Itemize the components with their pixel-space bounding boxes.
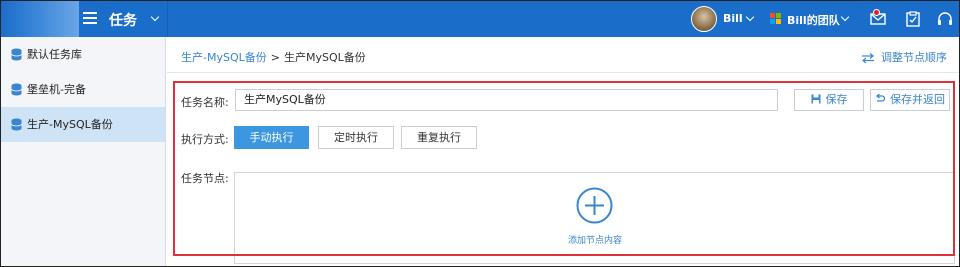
avatar[interactable] [691, 6, 717, 32]
chevron-down-icon[interactable] [745, 12, 755, 22]
user-name[interactable]: Bill [723, 12, 743, 25]
sidebar-item-label: 默认任务库 [27, 48, 82, 61]
team-name[interactable]: Bill的团队 [787, 12, 840, 28]
database-icon [11, 48, 22, 61]
chevron-down-icon[interactable] [150, 12, 160, 22]
headset-icon[interactable] [937, 11, 953, 27]
notification-badge [873, 9, 880, 16]
sidebar-item-bastion[interactable]: 堡垒机-完备 [1, 72, 165, 107]
chevron-down-icon[interactable] [840, 12, 850, 22]
sidebar-item-label: 堡垒机-完备 [27, 83, 86, 96]
divider [167, 1, 168, 37]
database-icon [11, 118, 22, 131]
breadcrumb-parent-link[interactable]: 生产-MySQL备份 [181, 51, 267, 64]
adjust-order-label: 调整节点顺序 [881, 51, 947, 64]
team-grid-icon [770, 13, 782, 25]
sidebar-item-label: 生产-MySQL备份 [27, 118, 113, 131]
swap-arrows-icon [862, 53, 874, 63]
app-title[interactable]: 任务 [109, 10, 137, 30]
breadcrumb-separator: > [270, 51, 280, 64]
menu-icon[interactable] [83, 12, 97, 24]
database-icon [11, 83, 22, 96]
highlight-box [173, 81, 955, 256]
breadcrumb-current: 生产MySQL备份 [283, 51, 366, 64]
app-window: 任务 Bill Bill的团队 默认任务库 堡垒机-完备 生产-MySQL备份 … [0, 0, 960, 267]
breadcrumb: 生产-MySQL备份 > 生产MySQL备份 [181, 49, 366, 65]
adjust-order-link[interactable]: 调整节点顺序 [861, 49, 947, 65]
divider [167, 72, 959, 73]
sidebar: 默认任务库 堡垒机-完备 生产-MySQL备份 [1, 37, 166, 266]
sidebar-item-default-library[interactable]: 默认任务库 [1, 37, 165, 72]
logo [1, 1, 79, 37]
clipboard-check-icon[interactable] [905, 11, 921, 27]
sidebar-item-mysql-backup[interactable]: 生产-MySQL备份 [1, 107, 165, 142]
top-bar: 任务 Bill Bill的团队 [1, 1, 959, 37]
